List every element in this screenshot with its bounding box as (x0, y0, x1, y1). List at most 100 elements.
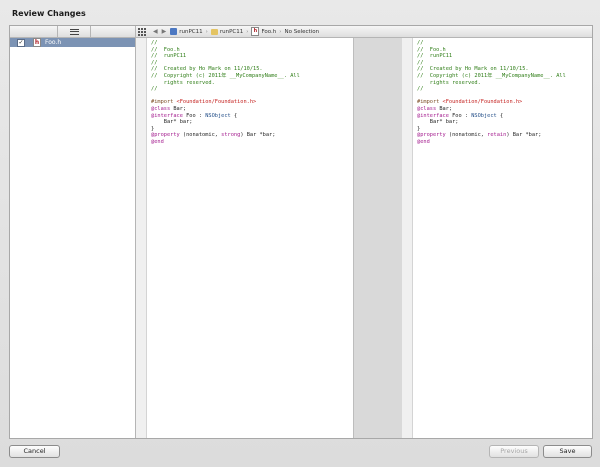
code-line: } (417, 126, 592, 133)
code-token: Foo : (452, 112, 472, 119)
cancel-button[interactable]: Cancel (9, 445, 60, 458)
comparison-area: ✓ h Foo.h ◀ ▶ runPC11 › runPC11 › h Foo.… (9, 25, 593, 439)
code-token: // (151, 40, 158, 46)
code-token: // (417, 59, 424, 66)
code-token: // Foo.h (151, 46, 180, 53)
header-file-icon: h (251, 27, 260, 36)
code-token: { (496, 112, 504, 119)
code-line: // (417, 40, 592, 47)
code-line: // (417, 60, 592, 67)
code-line: // runPC11 (151, 53, 353, 60)
code-token: @property (151, 132, 183, 139)
code-line: #import <Foundation/Foundation.h> (151, 99, 353, 106)
code-token: { (230, 112, 238, 119)
code-token: // (151, 59, 158, 66)
code-token: // Copyright (c) 2011年 __MyCompanyName__… (151, 72, 300, 79)
code-token: NSObject (471, 112, 497, 119)
jumpbar-file[interactable]: h Foo.h (251, 27, 276, 36)
code-token: ) Bar *bar; (240, 132, 276, 139)
code-token: // Created by Ho Mark on 11/10/15. (417, 66, 529, 73)
code-token: rights reserved. (151, 79, 215, 86)
sidebar-option-button[interactable] (90, 26, 135, 37)
code-token: } (151, 125, 155, 132)
code-editor[interactable]: //// Foo.h// runPC11//// Created by Ho M… (151, 40, 353, 146)
code-token: #import (151, 99, 177, 106)
code-token: @interface (151, 112, 187, 119)
code-line: #import <Foundation/Foundation.h> (417, 99, 592, 106)
code-line: @property (nonatomic, retain) Bar *bar; (417, 132, 592, 139)
project-icon (170, 28, 178, 35)
folder-icon (210, 28, 218, 35)
code-token: Bar* bar; (151, 119, 193, 126)
code-token: @end (417, 138, 430, 145)
code-token: (nonatomic, (182, 132, 222, 139)
local-file-pane[interactable]: //// Foo.h// runPC11//// Created by Ho M… (136, 38, 353, 438)
file-list-sidebar: ✓ h Foo.h (10, 26, 136, 438)
sidebar-header (10, 26, 135, 38)
code-token: NSObject (205, 112, 231, 119)
code-token: // runPC11 (417, 53, 453, 60)
code-line: @end (417, 139, 592, 146)
code-token: // Copyright (c) 2011年 __MyCompanyName__… (417, 72, 566, 79)
code-token: Bar; (439, 105, 453, 112)
back-arrow-icon[interactable]: ◀ (153, 28, 158, 35)
code-token: @interface (417, 112, 453, 119)
code-line: // (151, 40, 353, 47)
list-view-button[interactable] (57, 26, 91, 37)
code-token: retain (487, 132, 507, 139)
repository-file-pane[interactable]: //// Foo.h// runPC11//// Created by Ho M… (402, 38, 592, 438)
jumpbar-folder[interactable]: runPC11 (210, 28, 243, 35)
file-name: Foo.h (45, 39, 62, 46)
code-line: // Foo.h (151, 47, 353, 54)
code-token: (nonatomic, (448, 132, 488, 139)
code-line: @end (151, 139, 353, 146)
code-line: // (151, 86, 353, 93)
code-token: rights reserved. (417, 79, 481, 86)
code-token: @class (151, 105, 174, 112)
code-line: @interface Foo : NSObject { (151, 113, 353, 120)
code-editor[interactable]: //// Foo.h// runPC11//// Created by Ho M… (417, 40, 592, 146)
review-changes-sheet: Review Changes ✓ h Foo.h ◀ ▶ runPC11 › r… (0, 0, 600, 467)
jump-bar: ◀ ▶ runPC11 › runPC11 › h Foo.h › No Sel… (136, 26, 592, 38)
code-line: @interface Foo : NSObject { (417, 113, 592, 120)
list-icon (70, 28, 79, 35)
code-token: @property (417, 132, 449, 139)
code-token: // Created by Ho Mark on 11/10/15. (151, 66, 263, 73)
code-line: // (151, 60, 353, 67)
code-line: rights reserved. (151, 80, 353, 87)
code-token: Foo : (186, 112, 206, 119)
line-gutter (402, 38, 413, 438)
code-line: // Foo.h (417, 47, 592, 54)
code-line: @property (nonatomic, strong) Bar *bar; (151, 132, 353, 139)
previous-button[interactable]: Previous (489, 445, 539, 458)
diff-connector (353, 38, 403, 438)
line-gutter (136, 38, 147, 438)
code-token: // (151, 86, 158, 93)
code-token: #import (417, 99, 443, 106)
code-line: // (417, 86, 592, 93)
code-line: Bar* bar; (417, 119, 592, 126)
jumpbar-project[interactable]: runPC11 (170, 28, 203, 35)
code-token: @end (151, 138, 164, 145)
jumpbar-selection[interactable]: No Selection (284, 29, 319, 35)
code-line: } (151, 126, 353, 133)
code-line: // Created by Ho Mark on 11/10/15. (417, 66, 592, 73)
code-line: // Copyright (c) 2011年 __MyCompanyName__… (417, 73, 592, 80)
header-file-icon: h (33, 38, 41, 47)
code-token: // Foo.h (417, 46, 446, 53)
code-line: // Created by Ho Mark on 11/10/15. (151, 66, 353, 73)
include-file-checkbox[interactable]: ✓ (17, 38, 25, 47)
file-list-item[interactable]: ✓ h Foo.h (10, 38, 135, 47)
code-token: @class (417, 105, 440, 112)
code-token: <Foundation/Foundation.h> (442, 99, 523, 106)
related-items-icon[interactable] (138, 27, 146, 36)
forward-arrow-icon[interactable]: ▶ (162, 28, 167, 35)
save-button[interactable]: Save (543, 445, 592, 458)
code-line: @class Bar; (417, 106, 592, 113)
code-token: Bar* bar; (417, 119, 459, 126)
code-token: // (417, 86, 424, 93)
code-line: rights reserved. (417, 80, 592, 87)
code-token: strong (221, 132, 241, 139)
code-line: // runPC11 (417, 53, 592, 60)
